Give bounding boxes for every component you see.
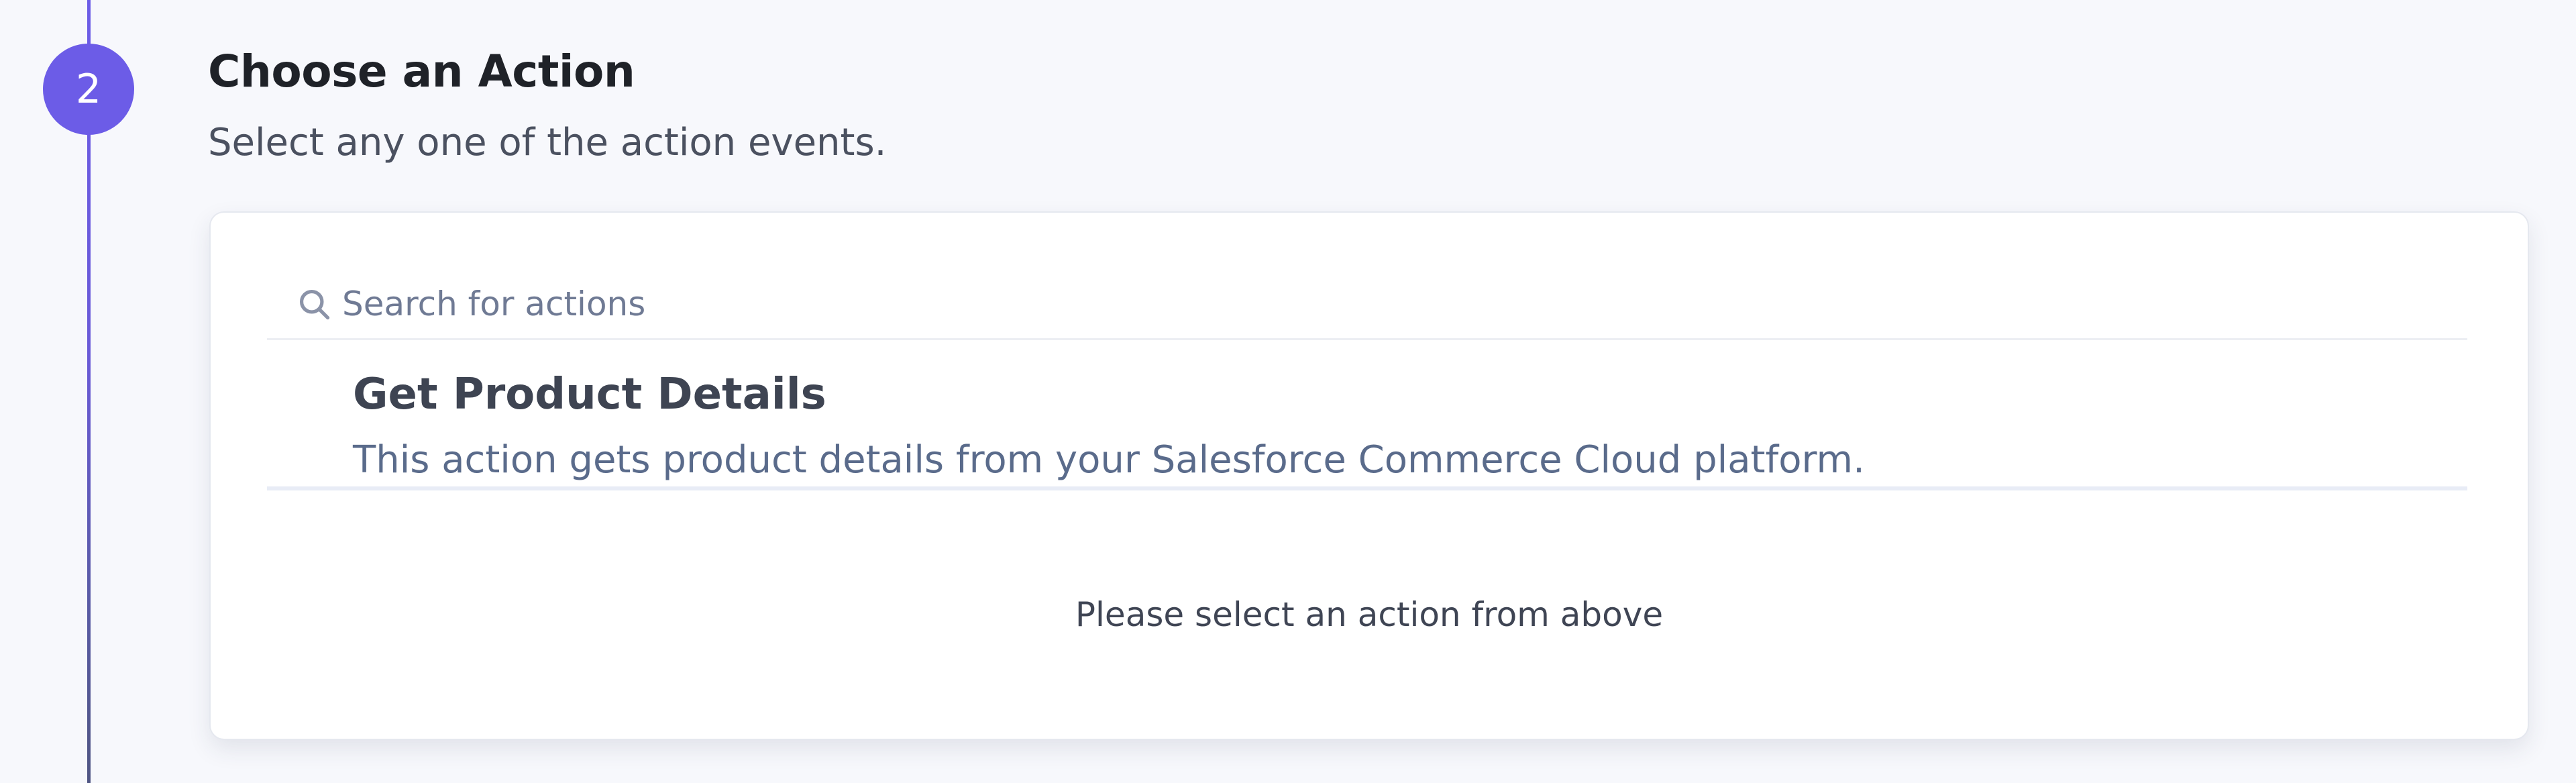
step-subtitle: Select any one of the action events.	[208, 121, 887, 164]
action-picker-card: Get Product Details This action gets pro…	[209, 211, 2529, 740]
empty-selection-message: Please select an action from above	[1075, 595, 1664, 634]
step-title: Choose an Action	[208, 46, 635, 97]
action-item-get-product-details[interactable]: Get Product Details This action gets pro…	[267, 340, 2467, 490]
action-item-title: Get Product Details	[353, 370, 826, 419]
action-search-input[interactable]	[342, 284, 2355, 323]
step-number-badge: 2	[43, 44, 134, 135]
action-item-description: This action gets product details from yo…	[353, 438, 1865, 482]
action-search-bar	[267, 269, 2467, 340]
step-number: 2	[75, 66, 102, 113]
search-icon	[295, 285, 333, 323]
